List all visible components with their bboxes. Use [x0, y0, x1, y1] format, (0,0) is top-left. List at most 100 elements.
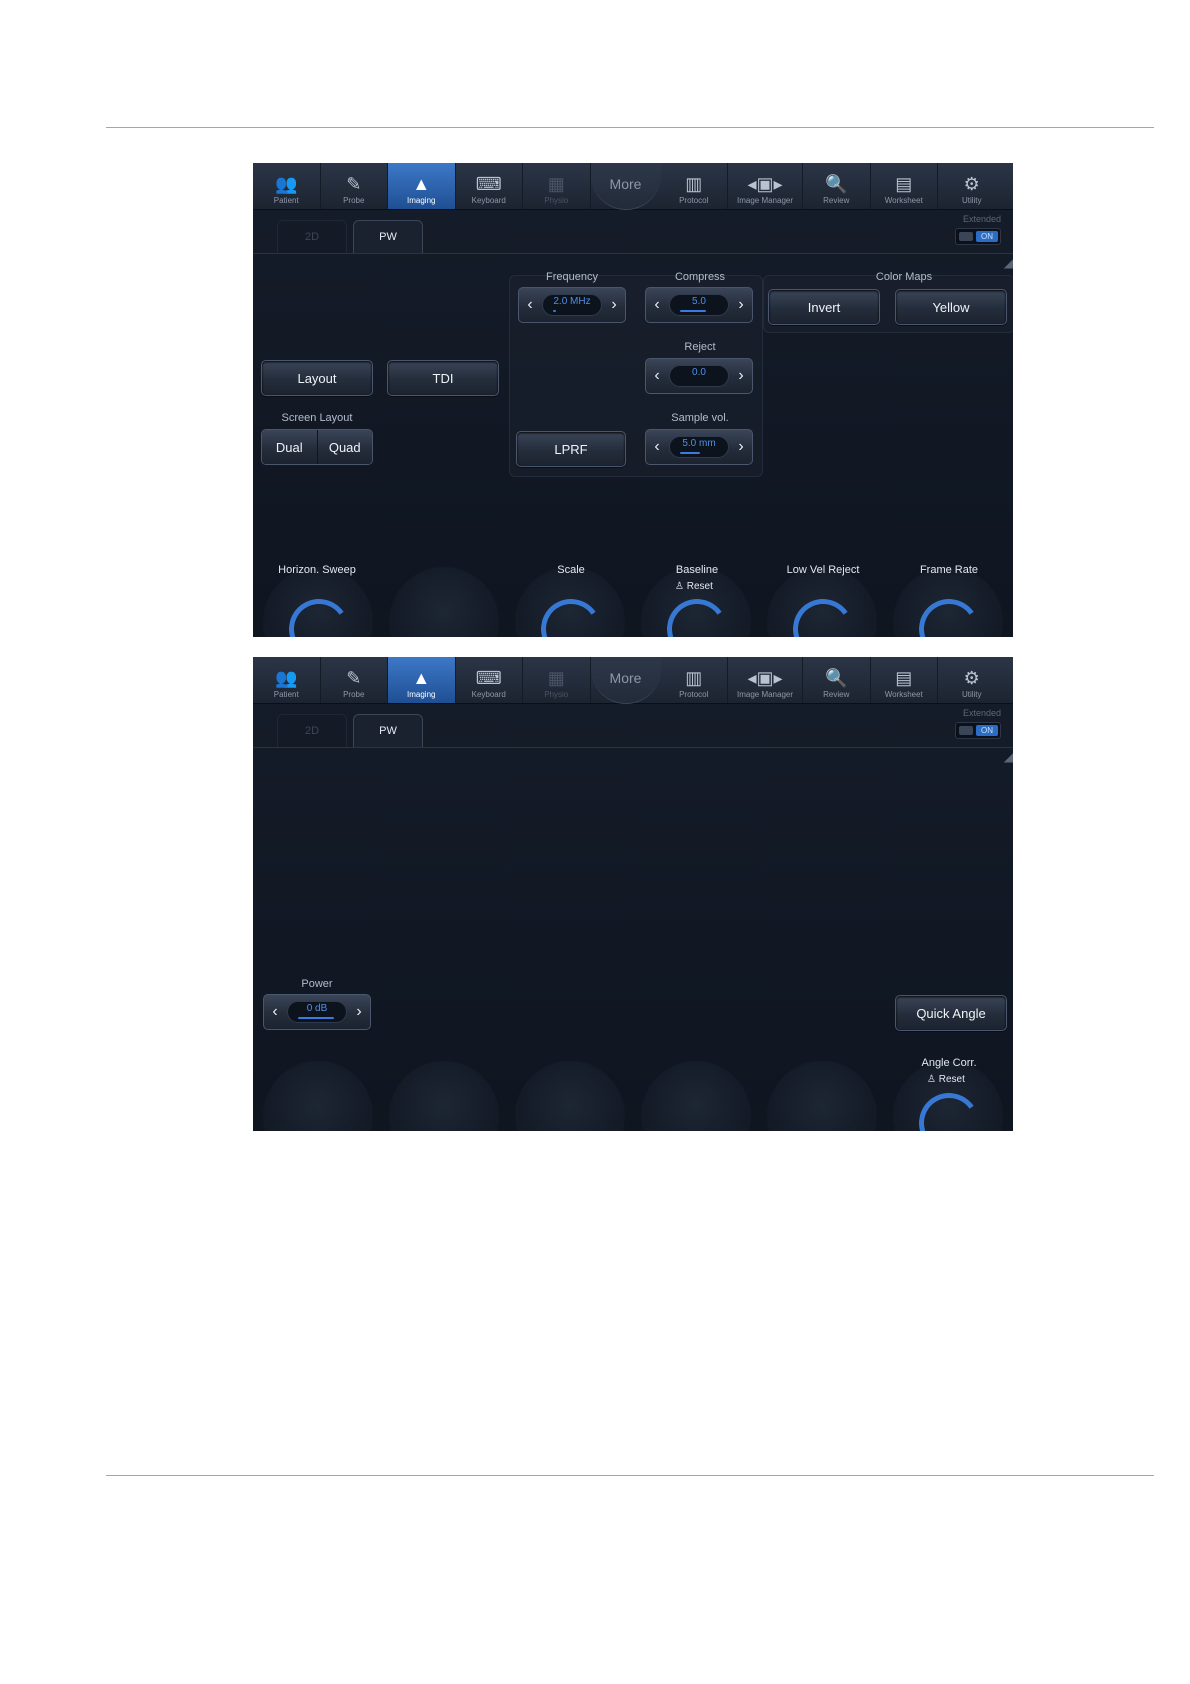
frequency-stepper[interactable]: ‹ 2.0 MHz › — [518, 287, 626, 323]
tdi-button[interactable]: TDI — [387, 360, 499, 396]
tab-2d[interactable]: 2D — [277, 220, 347, 253]
tab-pw[interactable]: PW — [353, 714, 423, 747]
top-rule — [106, 127, 1154, 128]
toolbar-review[interactable]: 🔍 Review — [803, 163, 871, 209]
toolbar-more[interactable]: More — [590, 657, 661, 704]
toolbar-probe[interactable]: ✎ Probe — [321, 657, 388, 703]
chevron-left-icon[interactable]: ‹ — [652, 296, 662, 314]
keyboard-icon: ⌨ — [475, 174, 502, 194]
knob-slot-2 — [389, 567, 499, 637]
patient-icon: 👥 — [275, 668, 298, 688]
imaging-screen-page1: 👥 Patient ✎ Probe ▲ Imaging ⌨ Keyboard ▦ Phys… — [253, 163, 1013, 637]
angle-corr-label: Angle Corr. — [921, 1057, 977, 1069]
toolbar-keyboard[interactable]: ⌨ Keyboard — [456, 163, 523, 209]
knob-slot-2 — [389, 1061, 499, 1131]
toolbar-imaging[interactable]: ▲ Imaging — [388, 163, 456, 209]
patient-icon: 👥 — [275, 174, 298, 194]
quick-angle-button[interactable]: Quick Angle — [895, 995, 1007, 1031]
toolbar-more[interactable]: More — [590, 163, 661, 210]
extended-toggle[interactable]: ON — [955, 722, 1001, 739]
toolbar-physio: ▦ Physio — [523, 163, 591, 209]
tab-divider — [253, 253, 1013, 254]
toolbar-utility[interactable]: ⚙ Utility — [938, 657, 1006, 703]
frame-rate-label: Frame Rate — [919, 564, 979, 576]
chevron-right-icon[interactable]: › — [354, 1003, 364, 1021]
invert-button[interactable]: Invert — [768, 289, 880, 325]
chevron-right-icon[interactable]: › — [736, 367, 746, 385]
chevron-left-icon[interactable]: ‹ — [525, 296, 535, 314]
review-icon: 🔍 — [825, 174, 848, 194]
person-icon: ♙ — [927, 1074, 936, 1085]
toolbar-protocol[interactable]: ▥ Protocol — [661, 657, 728, 703]
lprf-button[interactable]: LPRF — [516, 431, 626, 467]
power-stepper[interactable]: ‹ 0 dB › — [263, 994, 371, 1030]
toolbar-protocol[interactable]: ▥ Protocol — [661, 163, 728, 209]
toolbar-worksheet[interactable]: ▤ Worksheet — [871, 657, 938, 703]
toolbar-physio: ▦ Physio — [523, 657, 591, 703]
power-label: Power — [301, 978, 333, 990]
yellow-color-map-button[interactable]: Yellow — [895, 289, 1007, 325]
toolbar-image-manager[interactable]: ◂▣▸ Image Manager — [728, 163, 803, 209]
toolbar: 👥 Patient ✎ Probe ▲ Imaging ⌨ Keyboard ▦ Phys… — [253, 657, 1013, 704]
protocol-icon: ▥ — [685, 668, 703, 688]
worksheet-icon: ▤ — [895, 174, 913, 194]
screen-layout-selector: Dual Quad — [261, 429, 373, 465]
reject-stepper[interactable]: ‹ 0.0 › — [645, 358, 753, 394]
color-maps-label: Color Maps — [875, 271, 933, 283]
chevron-left-icon[interactable]: ‹ — [652, 367, 662, 385]
extended-label: Extended — [962, 708, 1001, 718]
toolbar: 👥 Patient ✎ Probe ▲ Imaging ⌨ Keyboard ▦ Phys… — [253, 163, 1013, 210]
baseline-label: Baseline — [675, 564, 719, 576]
toolbar-keyboard[interactable]: ⌨ Keyboard — [456, 657, 523, 703]
horizon-sweep-label: Horizon. Sweep — [278, 564, 356, 576]
reject-label: Reject — [684, 341, 716, 353]
sample-vol-label: Sample vol. — [671, 412, 729, 424]
image-manager-icon: ◂▣▸ — [747, 668, 783, 688]
dual-button[interactable]: Dual — [262, 430, 317, 464]
bottom-rule — [106, 1475, 1154, 1476]
keyboard-icon: ⌨ — [475, 668, 502, 688]
toolbar-review[interactable]: 🔍 Review — [803, 657, 871, 703]
panel-corner-icon: ◢ — [1003, 750, 1013, 764]
angle-corr-reset[interactable]: ♙ Reset — [927, 1074, 965, 1085]
panel-corner-icon: ◢ — [1003, 256, 1013, 270]
scale-label: Scale — [557, 564, 585, 576]
quad-button[interactable]: Quad — [316, 430, 372, 464]
knob-slot-3 — [515, 1061, 625, 1131]
extended-label: Extended — [962, 214, 1001, 224]
sample-vol-stepper[interactable]: ‹ 5.0 mm › — [645, 429, 753, 465]
utility-icon: ⚙ — [963, 668, 980, 688]
utility-icon: ⚙ — [963, 174, 980, 194]
imaging-icon: ▲ — [412, 174, 431, 194]
chevron-right-icon[interactable]: › — [736, 438, 746, 456]
baseline-reset[interactable]: ♙ Reset — [675, 581, 713, 592]
probe-icon: ✎ — [346, 668, 362, 688]
chevron-left-icon[interactable]: ‹ — [652, 438, 662, 456]
tab-divider — [253, 747, 1013, 748]
probe-icon: ✎ — [346, 174, 362, 194]
physio-icon: ▦ — [547, 668, 565, 688]
chevron-left-icon[interactable]: ‹ — [270, 1003, 280, 1021]
toolbar-patient[interactable]: 👥 Patient — [253, 657, 321, 703]
toolbar-worksheet[interactable]: ▤ Worksheet — [871, 163, 938, 209]
knob-slot-5 — [767, 1061, 877, 1131]
toolbar-image-manager[interactable]: ◂▣▸ Image Manager — [728, 657, 803, 703]
toolbar-probe[interactable]: ✎ Probe — [321, 163, 388, 209]
imaging-screen-page2: 👥 Patient ✎ Probe ▲ Imaging ⌨ Keyboard ▦ Phys… — [253, 657, 1013, 1131]
review-icon: 🔍 — [825, 668, 848, 688]
chevron-right-icon[interactable]: › — [736, 296, 746, 314]
compress-stepper[interactable]: ‹ 5.0 › — [645, 287, 753, 323]
toolbar-patient[interactable]: 👥 Patient — [253, 163, 321, 209]
layout-button[interactable]: Layout — [261, 360, 373, 396]
tab-2d[interactable]: 2D — [277, 714, 347, 747]
tab-pw[interactable]: PW — [353, 220, 423, 253]
person-icon: ♙ — [675, 581, 684, 592]
chevron-right-icon[interactable]: › — [609, 296, 619, 314]
image-manager-icon: ◂▣▸ — [747, 174, 783, 194]
knob-slot-4 — [641, 1061, 751, 1131]
physio-icon: ▦ — [547, 174, 565, 194]
extended-toggle[interactable]: ON — [955, 228, 1001, 245]
screen-layout-label: Screen Layout — [281, 412, 353, 424]
toolbar-imaging[interactable]: ▲ Imaging — [388, 657, 456, 703]
toolbar-utility[interactable]: ⚙ Utility — [938, 163, 1006, 209]
